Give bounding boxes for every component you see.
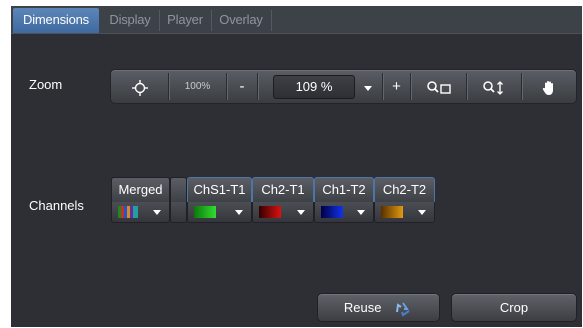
pan-button[interactable] bbox=[522, 70, 576, 103]
crosshair-icon bbox=[131, 79, 148, 96]
channel-ch1-t2-color-dropdown[interactable] bbox=[314, 202, 374, 223]
zoom-in-button[interactable]: + bbox=[383, 70, 410, 103]
channel-chs1-t1-button[interactable]: ChS1-T1 bbox=[187, 177, 252, 203]
channel-ch1-t2-button[interactable]: Ch1-T2 bbox=[314, 177, 374, 203]
zoom-region-button[interactable] bbox=[411, 70, 466, 103]
reuse-button[interactable]: Reuse bbox=[317, 293, 440, 322]
tab-display[interactable]: Display bbox=[103, 8, 157, 33]
chevron-down-icon bbox=[153, 210, 161, 215]
chevron-down-icon bbox=[418, 210, 426, 215]
recycle-icon bbox=[396, 302, 410, 317]
tab-divider bbox=[159, 10, 160, 31]
toolbar-divider bbox=[257, 73, 258, 100]
zoom-region-icon bbox=[426, 80, 451, 94]
tab-overlay[interactable]: Overlay bbox=[213, 8, 269, 33]
channel-ch2-t2-color-dropdown[interactable] bbox=[374, 202, 435, 223]
channel-ch2-t2-button[interactable]: Ch2-T2 bbox=[374, 177, 435, 203]
channel-ch2-t1-button[interactable]: Ch2-T1 bbox=[252, 177, 314, 203]
channel-merged-button[interactable]: Merged bbox=[111, 177, 170, 203]
channel-ch2-t1-color-dropdown[interactable] bbox=[252, 202, 314, 223]
channel-chs1-t1-color-dropdown[interactable] bbox=[187, 202, 252, 223]
green-color-swatch bbox=[194, 206, 216, 218]
zoom-dropdown-button[interactable] bbox=[354, 70, 382, 103]
chevron-down-icon bbox=[235, 210, 243, 215]
zoom-vertical-icon bbox=[483, 80, 503, 95]
chevron-down-icon bbox=[297, 210, 305, 215]
zoom-value: 109 % bbox=[295, 79, 333, 94]
zoom-value-field[interactable]: 109 % bbox=[273, 75, 355, 99]
zoom-vertical-button[interactable] bbox=[467, 70, 521, 103]
merged-color-swatch bbox=[118, 206, 138, 218]
tab-divider bbox=[211, 10, 212, 31]
blue-color-swatch bbox=[321, 206, 343, 218]
center-button[interactable] bbox=[111, 70, 168, 103]
reuse-label: Reuse bbox=[343, 300, 382, 315]
zoom-label: Zoom bbox=[29, 77, 63, 92]
hand-icon bbox=[542, 80, 553, 95]
tab-divider bbox=[271, 10, 272, 31]
tab-player[interactable]: Player bbox=[161, 8, 209, 33]
red-color-swatch bbox=[259, 206, 281, 218]
zoom-100-button[interactable]: 100% bbox=[169, 70, 226, 103]
crop-button[interactable]: Crop bbox=[451, 293, 577, 322]
channel-merged-color-dropdown[interactable] bbox=[111, 202, 170, 223]
tab-dimensions[interactable]: Dimensions bbox=[13, 8, 99, 33]
channels-label: Channels bbox=[29, 198, 84, 213]
zoom-out-button[interactable]: - bbox=[227, 70, 257, 103]
zoom-toolbar: 100% - 109 % + bbox=[110, 69, 577, 104]
tab-bar: Dimensions Display Player Overlay bbox=[11, 6, 582, 33]
chevron-down-icon bbox=[357, 210, 365, 215]
chevron-down-icon bbox=[364, 86, 372, 91]
image-dimensions-panel: Dimensions Display Player Overlay Zoom 1… bbox=[11, 6, 582, 327]
orange-color-swatch bbox=[381, 206, 403, 218]
channel-spacer bbox=[170, 202, 187, 223]
channel-spacer bbox=[170, 177, 187, 203]
